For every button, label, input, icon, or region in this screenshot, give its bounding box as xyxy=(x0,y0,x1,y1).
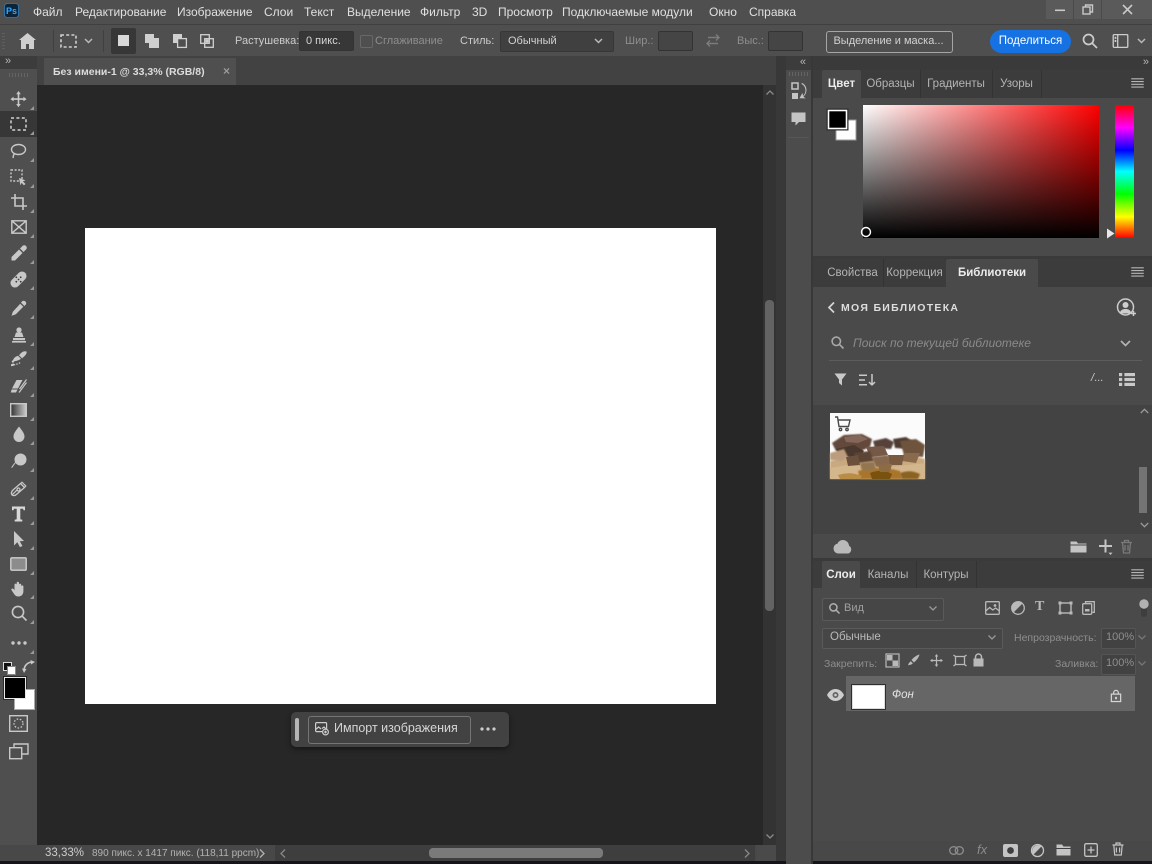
svg-text:Ps: Ps xyxy=(6,6,17,16)
